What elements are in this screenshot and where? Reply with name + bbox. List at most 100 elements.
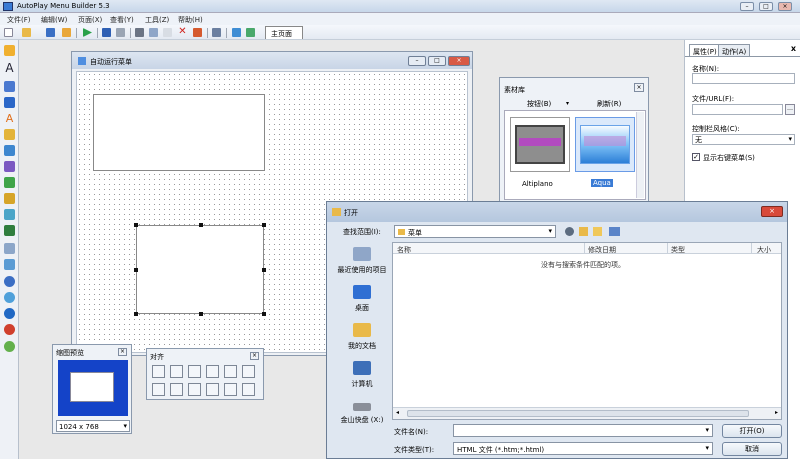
filetype-select[interactable]: HTML 文件 (*.htm;*.html) ▾ [453, 442, 713, 455]
align-bottom-icon[interactable] [242, 365, 255, 378]
preview-close-button[interactable]: × [118, 348, 127, 356]
place-kuaipan[interactable]: 金山快盘 (X:) [335, 403, 389, 439]
resolution-select[interactable]: 1024 x 768 ▾ [56, 420, 130, 432]
image-tool-icon[interactable] [4, 161, 15, 172]
place-documents[interactable]: 我的文档 [335, 323, 389, 359]
flash-tool-icon[interactable] [4, 177, 15, 188]
column-modified[interactable]: 修改日期 [588, 245, 616, 255]
design-close-button[interactable]: × [448, 56, 470, 66]
back-icon[interactable] [565, 227, 574, 236]
menu-edit[interactable]: 编辑(W) [41, 15, 67, 25]
menu-file[interactable]: 文件(F) [7, 15, 31, 25]
column-name[interactable]: 名称 [397, 245, 411, 255]
tab-actions[interactable]: 动作(A) [718, 44, 751, 56]
open-button[interactable]: 打开(O) [722, 424, 782, 438]
space-horizontal-icon[interactable] [206, 383, 219, 396]
same-width-icon[interactable] [152, 383, 165, 396]
filename-input[interactable]: ▾ [453, 424, 713, 437]
minimize-button[interactable]: – [740, 2, 754, 11]
center-page-icon[interactable] [242, 383, 255, 396]
material-thumb-aqua[interactable] [575, 117, 635, 172]
maximize-button[interactable]: □ [759, 2, 773, 11]
chevron-down-icon[interactable]: ▾ [566, 100, 569, 107]
grid-icon[interactable] [246, 28, 255, 37]
web-tool-icon[interactable] [4, 209, 15, 220]
align-middle-icon[interactable] [224, 365, 237, 378]
file-url-field[interactable] [692, 104, 783, 115]
scroll-left-icon[interactable]: ◂ [396, 409, 399, 416]
menu-tools[interactable]: 工具(Z) [145, 15, 169, 25]
new-icon[interactable] [4, 28, 13, 37]
tab-properties[interactable]: 属性(P) [689, 44, 721, 56]
chat-tool-icon[interactable] [4, 341, 15, 352]
place-desktop[interactable]: 桌面 [335, 285, 389, 321]
run-icon[interactable] [83, 28, 92, 37]
menu-page[interactable]: 页面(X) [78, 15, 102, 25]
save-icon[interactable] [46, 28, 55, 37]
new-folder-icon[interactable] [593, 227, 602, 236]
menu-view[interactable]: 查看(Y) [110, 15, 134, 25]
cancel-button[interactable]: 取消 [722, 442, 782, 456]
select-tool-icon[interactable] [4, 45, 15, 56]
tree-tool-icon[interactable] [4, 243, 15, 254]
cut-icon[interactable] [135, 28, 144, 37]
undo-icon[interactable] [102, 28, 111, 37]
refresh-button[interactable]: 刷新(R) [597, 99, 621, 109]
space-vertical-icon[interactable] [224, 383, 237, 396]
lookin-select[interactable]: 菜单 ▾ [394, 225, 556, 238]
open-icon[interactable] [22, 28, 31, 37]
paragraph-tool-icon[interactable]: A [4, 113, 15, 125]
input-tool-icon[interactable] [4, 97, 15, 108]
buttons-dropdown[interactable]: 按钮(B) [527, 99, 551, 109]
page-icon[interactable] [232, 28, 241, 37]
show-context-menu-checkbox[interactable]: ✓ [692, 153, 700, 161]
name-field[interactable] [692, 73, 795, 84]
align-center-icon[interactable] [170, 365, 183, 378]
place-recent[interactable]: 最近使用的项目 [335, 247, 389, 283]
copy-icon[interactable] [149, 28, 158, 37]
combo-tool-icon[interactable] [4, 259, 15, 270]
design-minimize-button[interactable]: – [408, 56, 426, 66]
material-library-close-button[interactable]: × [634, 83, 644, 92]
control-style-select[interactable]: 无 ▾ [692, 134, 795, 145]
horizontal-scrollbar[interactable]: ◂ ▸ [393, 407, 781, 419]
video-tool-icon[interactable] [4, 193, 15, 204]
up-folder-icon[interactable] [579, 227, 588, 236]
material-thumb-altiplano[interactable] [510, 117, 570, 172]
text-tool-icon[interactable]: A [4, 62, 15, 74]
show-context-menu-label[interactable]: 显示右键菜单(S) [703, 153, 755, 163]
delete-icon[interactable]: ✕ [178, 27, 187, 37]
dialog-close-button[interactable]: × [761, 206, 783, 217]
column-type[interactable]: 类型 [671, 245, 685, 255]
save-all-icon[interactable] [62, 28, 71, 37]
panel-close-icon[interactable]: x [791, 44, 796, 53]
paste-icon[interactable] [163, 28, 172, 37]
button-tool-icon[interactable] [4, 81, 15, 92]
material-label-aqua[interactable]: Aqua [591, 179, 613, 187]
menu-help[interactable]: 帮助(H) [178, 15, 203, 25]
align-close-button[interactable]: × [250, 352, 259, 360]
material-label-altiplano[interactable]: Altiplano [522, 180, 553, 188]
redo-icon[interactable] [116, 28, 125, 37]
align-top-icon[interactable] [206, 365, 219, 378]
place-computer[interactable]: 计算机 [335, 361, 389, 397]
properties-icon[interactable] [212, 28, 221, 37]
align-left-icon[interactable] [152, 365, 165, 378]
record-tool-icon[interactable] [4, 324, 15, 335]
list-tool-icon[interactable] [4, 225, 15, 236]
tab-main-page[interactable]: 主页面 [265, 26, 303, 39]
globe-tool-icon[interactable] [4, 276, 15, 287]
same-size-icon[interactable] [188, 383, 201, 396]
design-maximize-button[interactable]: □ [428, 56, 446, 66]
ie-tool-icon[interactable] [4, 292, 15, 303]
duplicate-icon[interactable] [193, 28, 202, 37]
column-size[interactable]: 大小 [757, 245, 771, 255]
material-scrollbar[interactable] [636, 112, 644, 198]
canvas-panel-top[interactable] [93, 94, 265, 171]
canvas-panel-selected[interactable] [134, 223, 266, 316]
shape-tool-icon[interactable] [4, 145, 15, 156]
align-right-icon[interactable] [188, 365, 201, 378]
close-button[interactable]: × [778, 2, 792, 11]
same-height-icon[interactable] [170, 383, 183, 396]
scroll-right-icon[interactable]: ▸ [775, 409, 778, 416]
